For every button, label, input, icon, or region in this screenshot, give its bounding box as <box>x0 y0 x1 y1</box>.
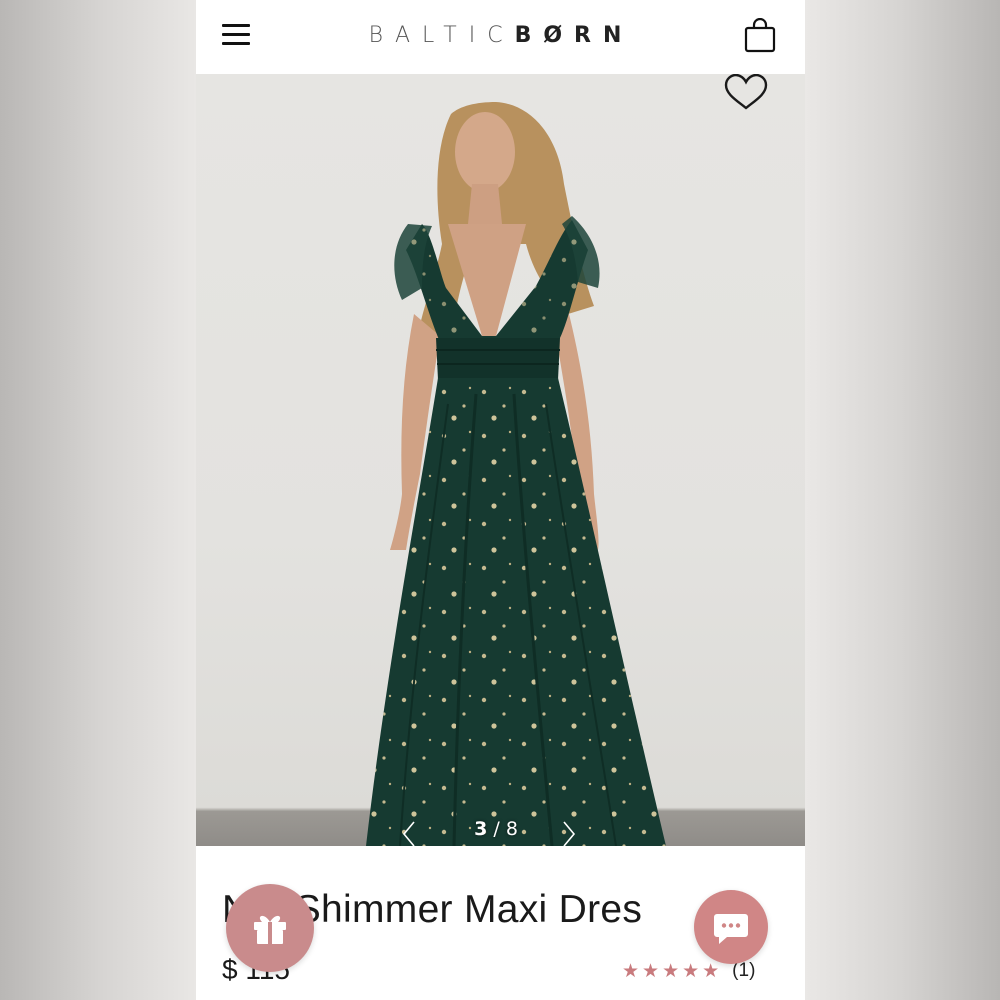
model-photo <box>366 102 666 846</box>
chevron-right-icon[interactable] <box>554 816 582 846</box>
chat-bubble-icon[interactable] <box>694 890 768 964</box>
rating-stars: ★★★★★ <box>622 960 723 982</box>
brand-logo-part1: BALTIC <box>368 22 515 48</box>
product-image[interactable]: 3 / 8 <box>196 74 805 846</box>
product-rating[interactable]: ★★★★★ (1) <box>622 956 782 986</box>
image-counter: 3 / 8 <box>456 818 536 844</box>
image-total-count: 8 <box>505 818 518 840</box>
image-current-index: 3 <box>474 818 488 840</box>
chevron-left-icon[interactable] <box>396 816 424 846</box>
heart-outline-icon[interactable] <box>722 73 770 114</box>
gift-icon[interactable] <box>226 884 314 972</box>
image-counter-separator: / <box>493 818 500 840</box>
shopping-bag-icon[interactable] <box>744 17 776 54</box>
hamburger-menu-icon[interactable] <box>220 22 252 48</box>
image-pager: 3 / 8 <box>396 816 586 846</box>
phone-screen: BALTIC BØRN 3 / 8 N a Shimmer Maxi Dres … <box>196 0 805 1000</box>
brand-logo[interactable]: BALTIC BØRN <box>345 20 657 50</box>
site-header: BALTIC BØRN <box>196 0 805 74</box>
brand-logo-part2: BØRN <box>514 22 634 48</box>
